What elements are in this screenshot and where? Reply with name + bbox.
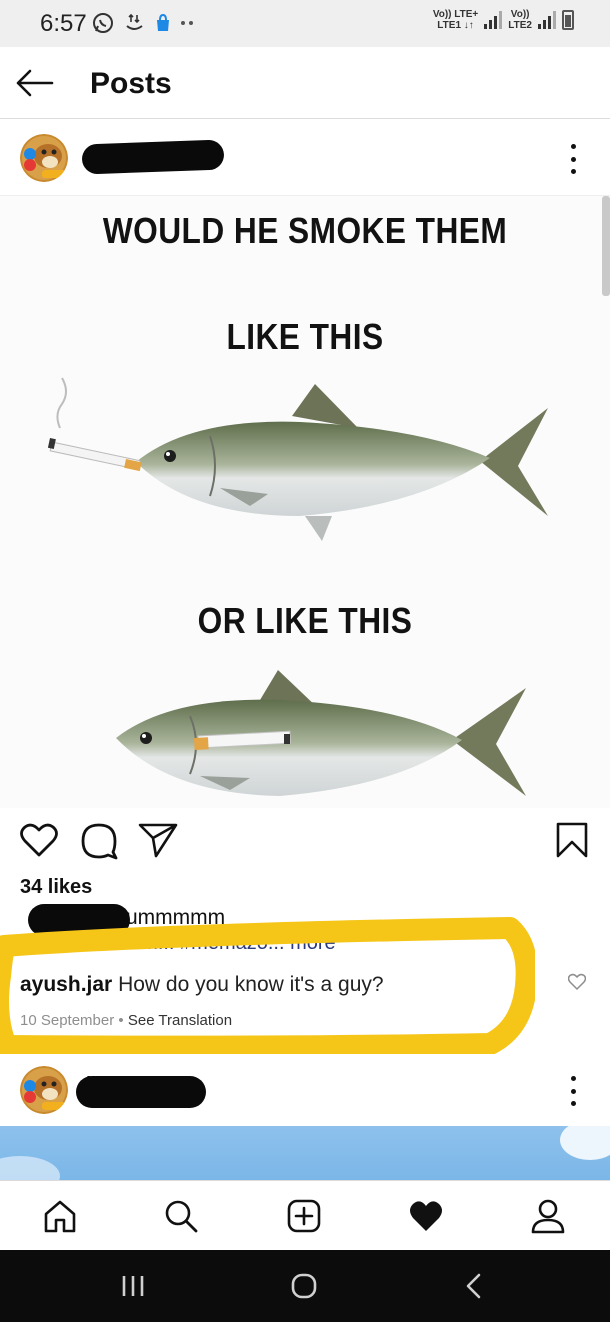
caption-text: ummmmm — [126, 906, 226, 929]
next-post-avatar[interactable] — [20, 1066, 68, 1114]
comment-icon[interactable] — [80, 822, 118, 860]
meme-line-1: WOULD HE SMOKE THEM — [102, 210, 508, 251]
more-options-icon[interactable] — [567, 144, 579, 174]
page-title: Posts — [90, 67, 172, 100]
shopping-bag-icon — [157, 13, 169, 31]
usb-transfer-icon — [126, 13, 143, 30]
search-icon[interactable] — [163, 1198, 199, 1234]
sim2-network: Vo)) LTE2 — [508, 9, 532, 31]
redacted-username[interactable] — [81, 139, 225, 175]
status-right-icons: Vo)) LTE+ LTE1 ↓↑ Vo)) LTE2 — [433, 9, 574, 31]
signal-icon — [484, 11, 503, 29]
next-avatar-image — [20, 1066, 68, 1114]
recent-apps-icon[interactable] — [120, 1272, 146, 1300]
app-header: Posts — [0, 47, 610, 119]
whatsapp-icon — [93, 13, 113, 33]
home-button-icon[interactable] — [290, 1272, 318, 1300]
post-actions — [0, 808, 610, 868]
status-time: 6:57 — [40, 10, 87, 37]
arrow-left-icon[interactable] — [14, 65, 54, 101]
more-dots-icon — [181, 21, 193, 25]
share-send-icon[interactable] — [138, 822, 178, 858]
home-icon[interactable] — [42, 1198, 78, 1234]
comment-like-heart-icon[interactable] — [568, 973, 586, 991]
signal-icon-2 — [538, 11, 556, 29]
system-navigation-bar — [0, 1250, 610, 1322]
likes-count[interactable]: 34 likes — [20, 876, 92, 899]
sim1-network: Vo)) LTE+ LTE1 ↓↑ — [433, 9, 478, 31]
meme-line-3: OR LIKE THIS — [197, 600, 413, 641]
see-translation-link[interactable]: See Translation — [128, 1012, 232, 1029]
sim1-network-top: Vo)) LTE+ — [432, 9, 479, 20]
fish-with-cigarette-side — [116, 670, 526, 796]
scrollbar-thumb[interactable] — [602, 196, 610, 296]
meta-separator: • — [118, 1012, 124, 1029]
bottom-navigation — [0, 1180, 610, 1250]
activity-heart-icon[interactable] — [408, 1198, 444, 1234]
back-chevron-icon[interactable] — [462, 1272, 486, 1300]
profile-icon[interactable] — [530, 1198, 566, 1234]
caption-hashtags-text: #memes #mem... #memazo... more — [20, 940, 336, 954]
fish-with-cigarette-mouth — [47, 377, 548, 541]
avatar-image — [20, 134, 68, 182]
comment-meta: 10 September • See Translation — [20, 1012, 232, 1029]
comment-text: How do you know it's a guy? — [118, 973, 384, 996]
battery-icon — [562, 10, 574, 30]
avatar[interactable] — [20, 134, 68, 182]
comment: ayush.jar How do you know it's a guy? — [20, 973, 384, 997]
status-bar: 6:57 Vo)) LTE+ LTE1 ↓↑ Vo)) LTE2 — [0, 0, 610, 47]
sim1-network-bottom: LTE1 ↓↑ — [437, 20, 474, 31]
like-heart-icon[interactable] — [20, 822, 58, 858]
next-post-image[interactable] — [0, 1126, 610, 1182]
post-header — [0, 120, 610, 196]
sim2-network-top: Vo)) — [510, 9, 530, 20]
post-image[interactable]: WOULD HE SMOKE THEM LIKE THIS OR LIKE TH… — [0, 196, 610, 808]
comment-date: 10 September — [20, 1012, 115, 1029]
next-post-header: iteo — [0, 1058, 610, 1126]
meme-line-2: LIKE THIS — [226, 316, 384, 357]
comment-username[interactable]: ayush.jar — [20, 973, 112, 996]
caption-hashtags[interactable]: #memes #mem... #memazo... more — [20, 940, 490, 958]
next-post-more-icon[interactable] — [567, 1076, 579, 1106]
sim2-network-bottom: LTE2 — [508, 20, 532, 31]
redacted-next-username — [76, 1076, 206, 1108]
redacted-caption-username — [28, 904, 130, 936]
notification-icons — [92, 12, 194, 34]
bookmark-icon[interactable] — [556, 822, 588, 858]
create-post-icon[interactable] — [286, 1198, 322, 1234]
